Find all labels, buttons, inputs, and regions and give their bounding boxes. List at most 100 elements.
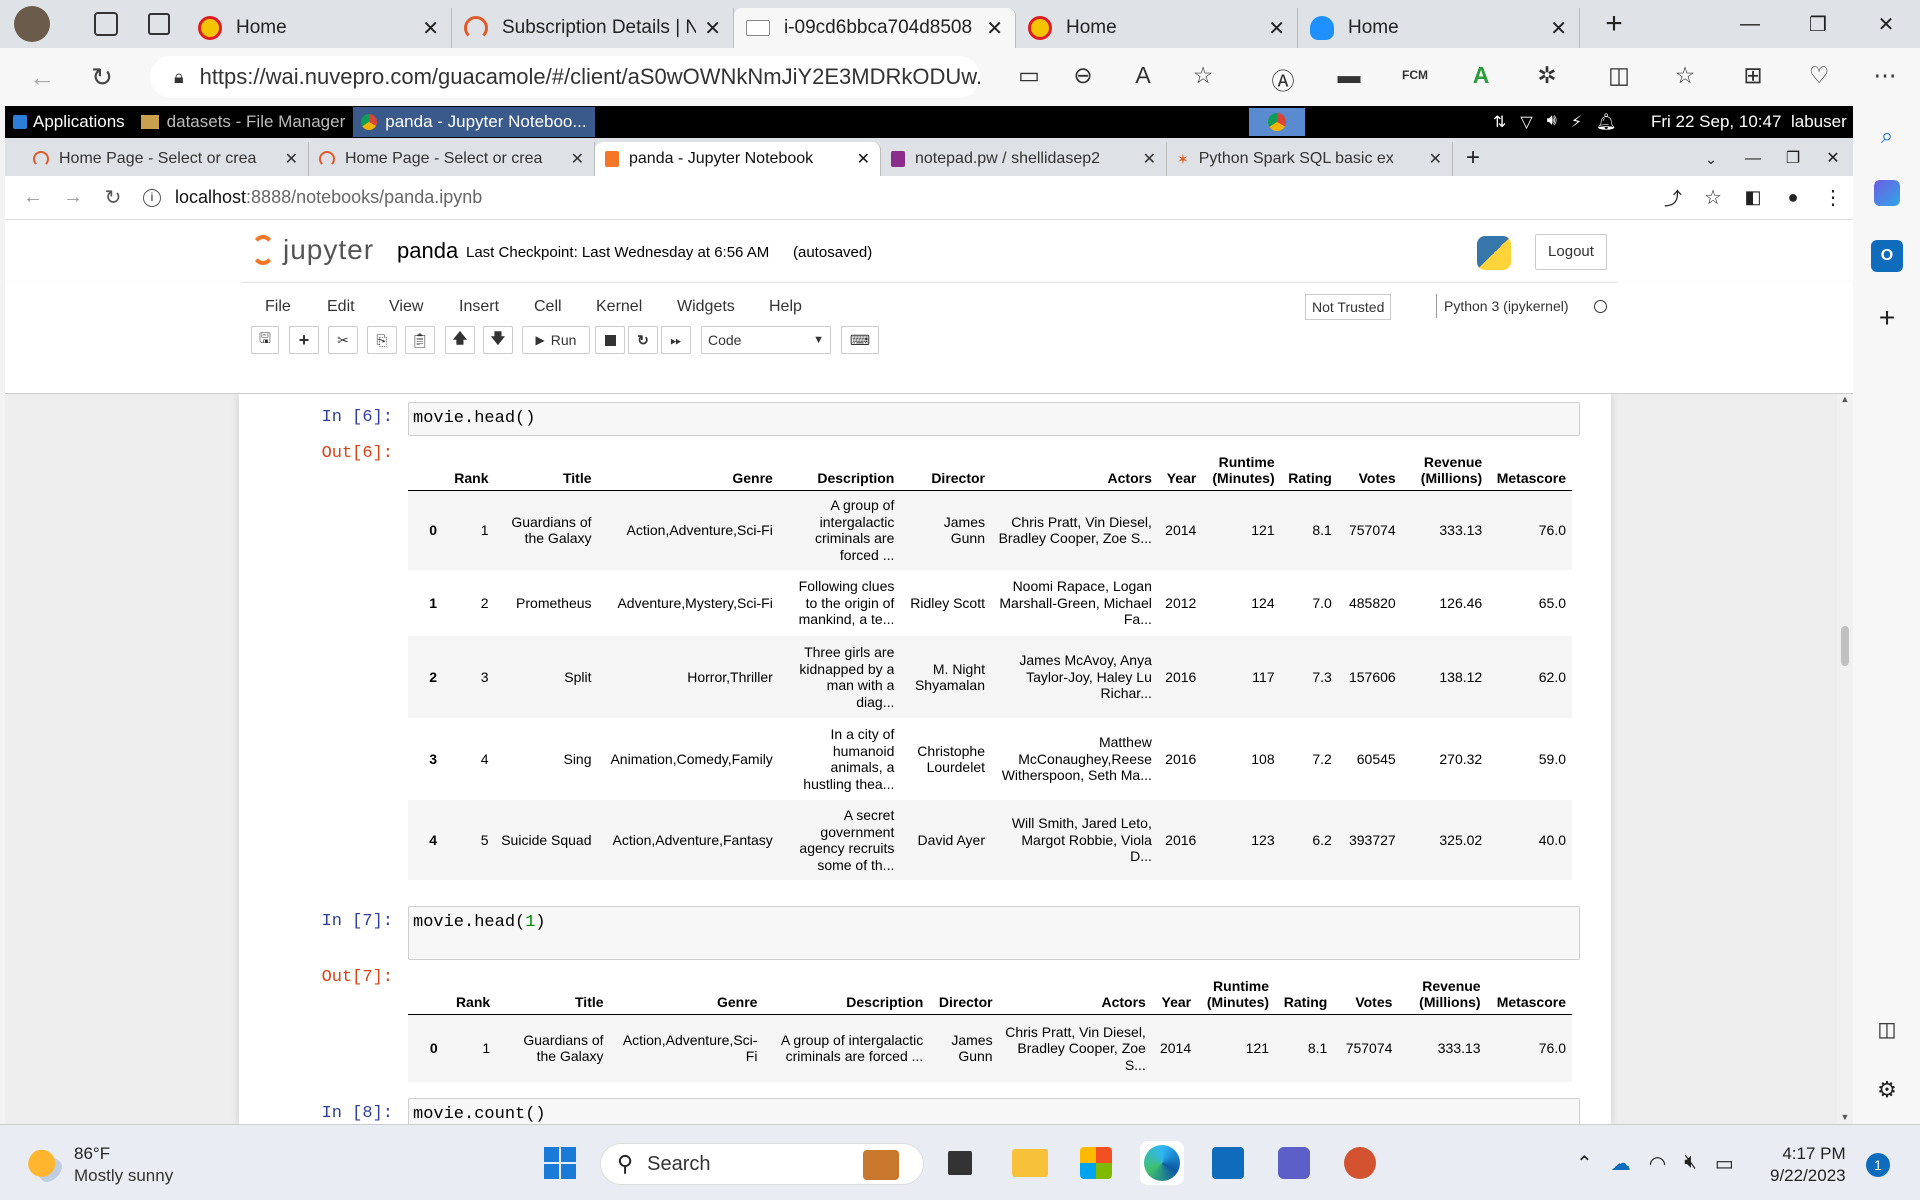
notification-bell-icon[interactable]: 🔔︎ [1596,112,1616,132]
onedrive-cloud-icon[interactable]: ☁︎ [1611,1151,1631,1176]
taskbar-search[interactable]: ⚲ Search [600,1143,924,1185]
chrome-tab-home-2[interactable]: Home Page - Select or crea ✕ [309,142,595,176]
minimize-button[interactable]: — [1716,13,1784,36]
kernel-name[interactable]: Python 3 (ipykernel) [1444,298,1569,314]
restore-button[interactable]: ❐ [1784,12,1852,37]
edge-tab-home-2[interactable]: Home ✕ [1016,8,1298,48]
back-icon[interactable]: ← [13,186,53,209]
back-icon[interactable]: ← [20,62,64,93]
hide-sidebar-icon[interactable]: ◫ [1871,1014,1903,1046]
code-cell[interactable]: movie.head() [408,402,1580,436]
run-button[interactable]: ▶ Run [522,326,590,354]
edge-tab-home-3[interactable]: Home ✕ [1298,8,1580,48]
notebook-name[interactable]: panda [397,238,458,264]
performance-icon[interactable]: ♡ [1790,62,1848,89]
outlook-taskbar-icon[interactable] [1206,1141,1250,1185]
tab-search-icon[interactable]: ⌄ [1689,142,1733,176]
edge-tab-subscription[interactable]: Subscription Details | N ✕ [452,8,734,48]
move-up-button[interactable]: 🡅 [445,326,475,354]
jupyter-logo[interactable]: jupyter [251,234,374,266]
extensions-puzzle-icon[interactable]: ✲ [1518,62,1576,89]
chrome-tab-notepad[interactable]: notepad.pw / shellidasep2 ✕ [881,142,1167,176]
chrome-tab-home-1[interactable]: Home Page - Select or crea ✕ [23,142,309,176]
panel-user[interactable]: labuser [1791,112,1847,132]
restart-button[interactable]: ↻ [628,326,658,354]
forward-icon[interactable]: → [53,186,93,209]
command-palette-button[interactable]: ⌨ [841,326,879,354]
share-icon[interactable]: ⤴ [1653,185,1693,211]
close-tab-icon[interactable]: ✕ [422,16,439,41]
volume-muted-icon[interactable]: 🔇︎ [1684,1151,1697,1176]
more-options-icon[interactable]: ⋯ [1856,62,1914,89]
network-arrows-icon[interactable]: ⇅ [1493,112,1506,132]
close-tab-icon[interactable]: ✕ [571,149,584,169]
cell-type-select[interactable]: Code ▼ [701,326,831,354]
chrome-url-input[interactable]: i localhost :8888/notebooks/panda.ipynb [143,187,482,208]
interrupt-button[interactable] [595,326,625,354]
minimize-button[interactable]: — [1733,142,1773,176]
close-tab-icon[interactable]: ✕ [857,149,870,169]
menu-file[interactable]: File [265,298,291,316]
not-trusted-badge[interactable]: Not Trusted [1305,294,1392,320]
zoom-out-icon[interactable]: ⊖ [1054,62,1112,89]
edge-tab-remote[interactable]: i-09cd6bbca704d8508 ✕ [734,8,1016,48]
notebook-scrollbar[interactable]: ▲ ▼ [1837,394,1853,1124]
close-tab-icon[interactable]: ✕ [1550,16,1567,41]
menu-cell[interactable]: Cell [534,298,562,316]
extension-icon[interactable]: Ⓐ [1254,62,1312,96]
extension-icon[interactable]: ▬ [1320,62,1378,89]
volume-icon[interactable]: 🔊︎ [1547,112,1557,132]
outlook-icon[interactable]: O [1871,240,1903,272]
profile-avatar[interactable] [14,6,50,42]
extension-icon[interactable]: FCM [1386,68,1444,82]
clipboard-icon[interactable]: ▭ [1000,62,1058,89]
save-button[interactable]: 🖫︎ [251,326,279,354]
teams-taskbar-icon[interactable] [1272,1141,1316,1185]
menu-help[interactable]: Help [769,298,802,316]
url-input[interactable]: 🔒︎ https://wai.nuvepro.com/guacamole/#/c… [150,56,980,98]
close-tab-icon[interactable]: ✕ [1143,149,1156,169]
code-cell[interactable]: movie.count() [408,1098,1580,1124]
restart-run-all-button[interactable]: ⏩︎ [661,326,691,354]
edge-taskbar-icon[interactable] [1140,1141,1184,1185]
scroll-up-arrow[interactable]: ▲ [1837,394,1853,404]
menu-widgets[interactable]: Widgets [677,298,735,316]
profile-icon[interactable]: ● [1773,187,1813,208]
new-tab-button[interactable]: + [1580,7,1648,41]
menu-view[interactable]: View [389,298,423,316]
workspace-switcher[interactable] [1249,108,1305,136]
insert-cell-button[interactable]: + [289,326,319,354]
close-tab-icon[interactable]: ✕ [1429,149,1442,169]
start-button[interactable] [538,1141,582,1185]
weather-widget[interactable]: 86°F Mostly sunny [28,1143,173,1187]
powerpoint-taskbar-icon[interactable] [1338,1141,1382,1185]
code-cell[interactable]: movie.head(1) [408,906,1580,960]
paste-button[interactable]: 📋︎ [405,326,435,354]
scroll-down-arrow[interactable]: ▼ [1837,1112,1853,1122]
workspaces-icon[interactable] [94,12,118,36]
file-explorer-icon[interactable] [1008,1141,1052,1185]
microsoft-store-icon[interactable] [1074,1141,1118,1185]
side-panel-icon[interactable]: ◧ [1733,187,1773,208]
favorite-star-icon[interactable]: ☆ [1174,62,1232,89]
close-window-button[interactable]: ✕ [1813,142,1853,176]
close-tab-icon[interactable]: ✕ [986,16,1003,41]
split-screen-icon[interactable]: ◫ [1590,62,1648,89]
applications-menu[interactable]: Applications [5,112,133,132]
close-tab-icon[interactable]: ✕ [285,149,298,169]
battery-icon[interactable]: ▭ [1715,1151,1734,1176]
refresh-icon[interactable]: ↻ [80,62,124,93]
chrome-menu-icon[interactable]: ⋮ [1813,185,1853,210]
copy-button[interactable]: ⎘ [367,326,397,354]
close-tab-icon[interactable]: ✕ [1268,16,1285,41]
add-sidebar-app-icon[interactable]: + [1871,302,1903,334]
settings-gear-icon[interactable]: ⚙︎ [1871,1074,1903,1106]
read-aloud-icon[interactable]: A [1114,62,1172,89]
scrollbar-thumb[interactable] [1841,626,1849,666]
cut-button[interactable]: ✂︎ [328,326,358,354]
taskbar-window-file-manager[interactable]: datasets - File Manager [133,112,354,132]
close-tab-icon[interactable]: ✕ [704,16,721,41]
taskbar-clock[interactable]: 4:17 PM 9/22/2023 [1770,1143,1846,1187]
vertical-tabs-icon[interactable] [148,13,170,35]
extension-icon[interactable]: A [1452,62,1510,89]
